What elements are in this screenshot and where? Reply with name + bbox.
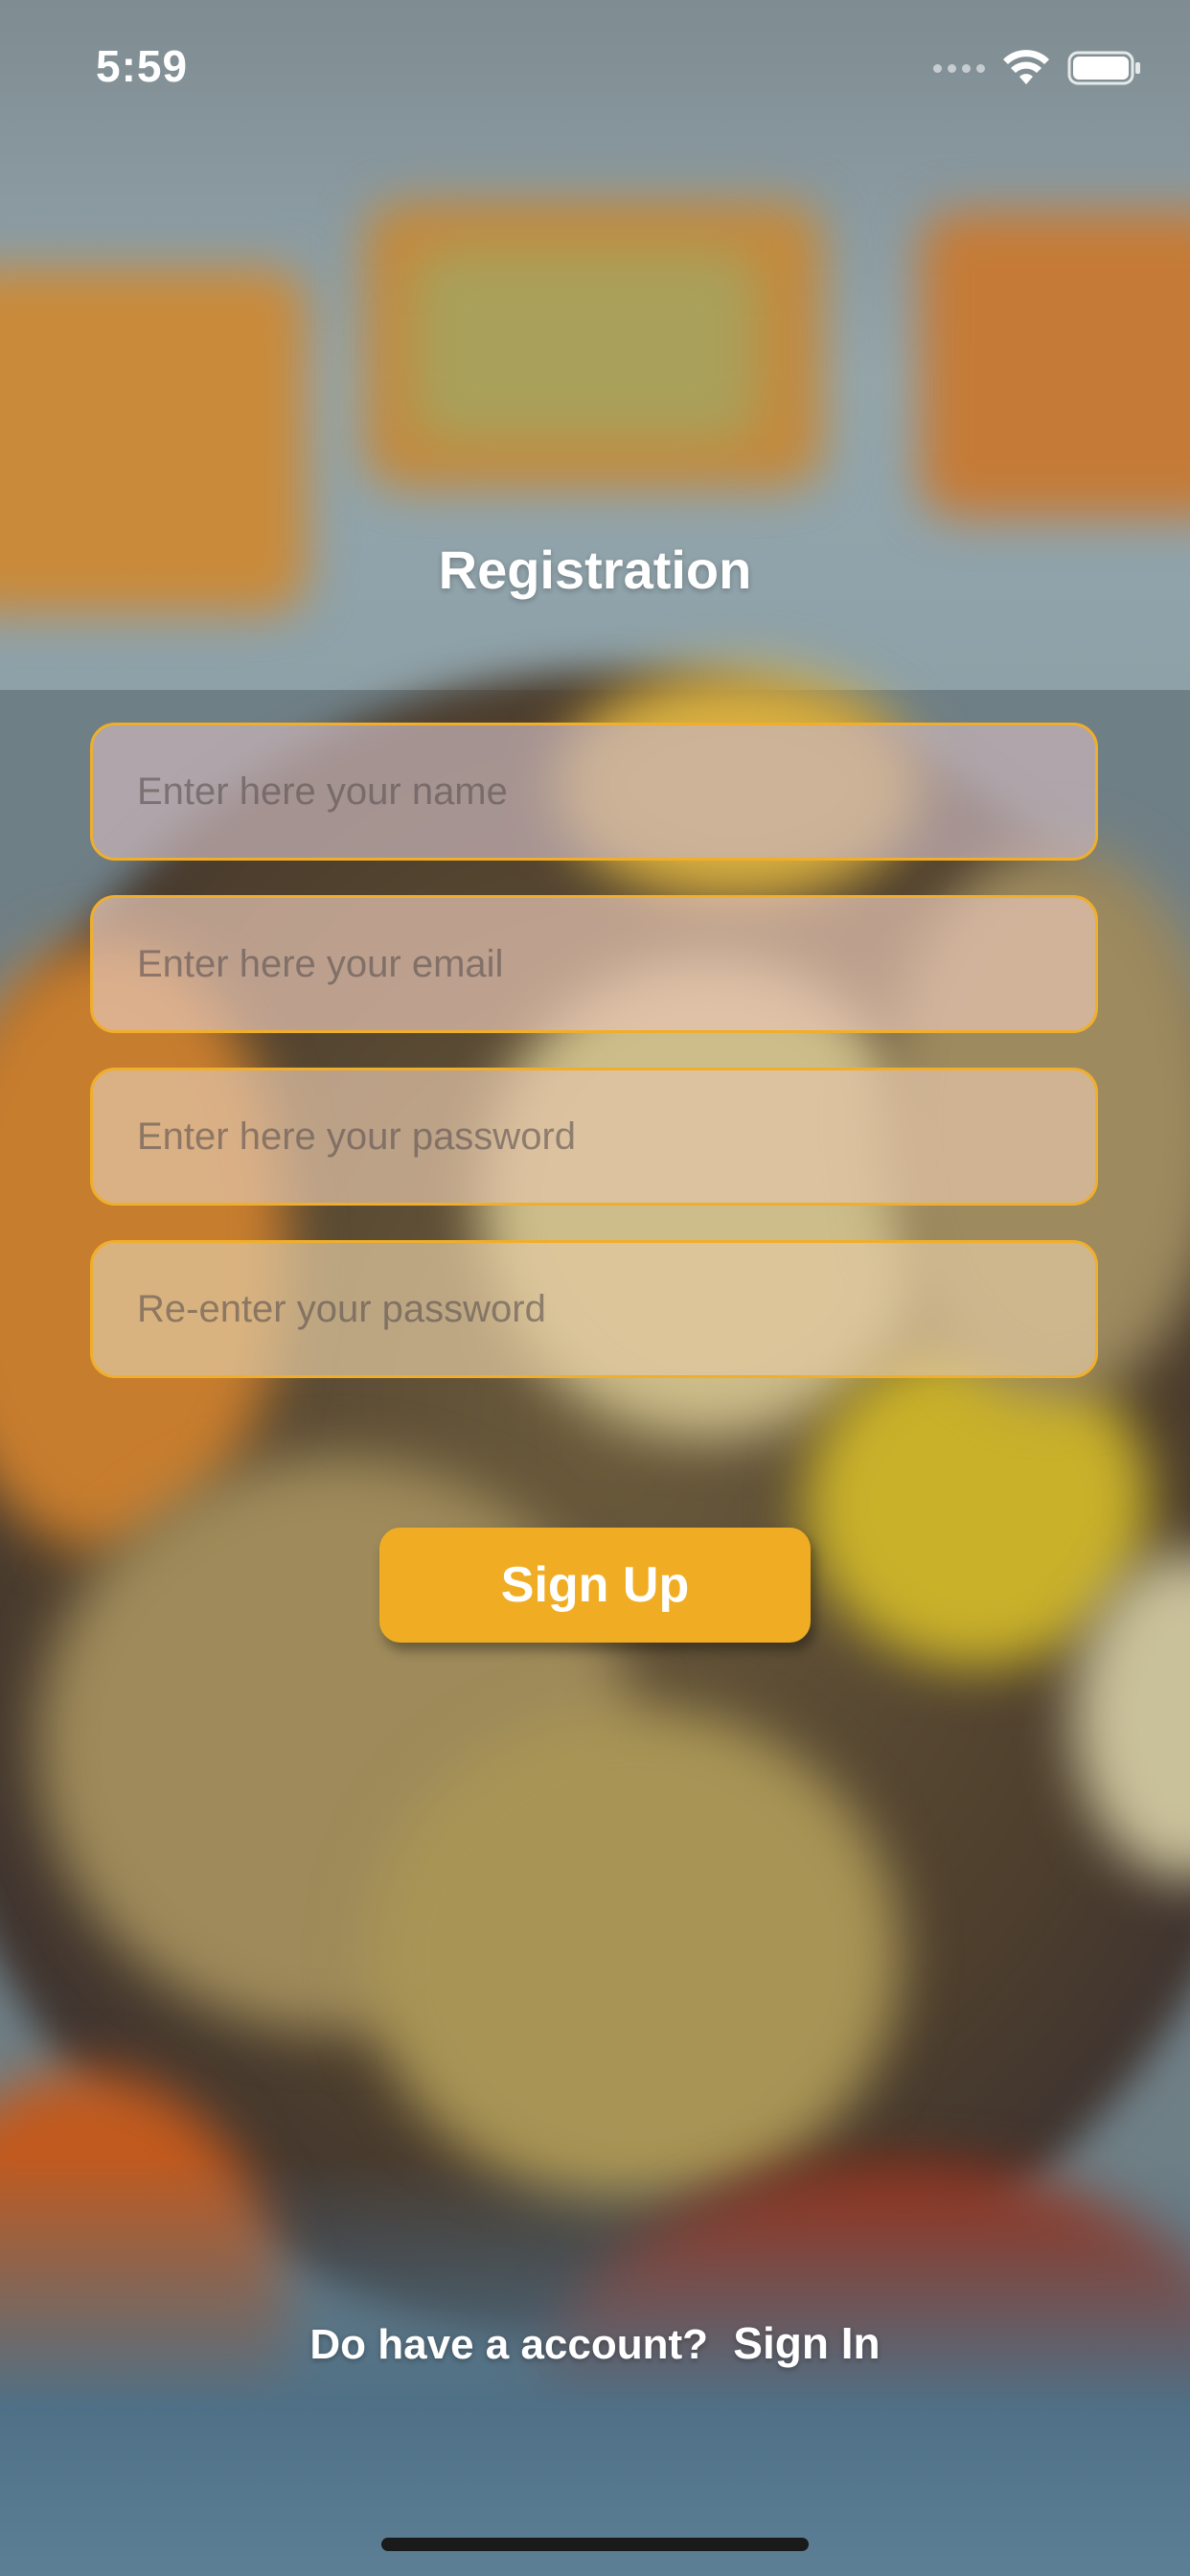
status-time: 5:59 [96, 41, 189, 91]
name-input[interactable] [135, 769, 1053, 815]
wifi-icon [1003, 50, 1049, 84]
sign-up-button[interactable]: Sign Up [379, 1528, 811, 1643]
name-field[interactable] [90, 723, 1098, 861]
password-field[interactable] [90, 1068, 1098, 1206]
sign-in-prompt-text: Do have a account? [309, 2321, 709, 2368]
page-title: Registration [438, 540, 752, 600]
confirm-password-field[interactable] [90, 1240, 1098, 1378]
email-field[interactable] [90, 895, 1098, 1033]
sign-in-prompt: Do have a account? Sign In [0, 2317, 1190, 2369]
battery-icon [1067, 51, 1140, 85]
email-input[interactable] [135, 941, 1053, 987]
status-bar: 5:59 [0, 0, 1190, 134]
confirm-password-input[interactable] [135, 1286, 1053, 1332]
status-icons [933, 50, 1142, 86]
cellular-signal-icon [933, 63, 985, 73]
password-input[interactable] [135, 1114, 1053, 1160]
registration-screen: 5:59 Registration Sign [0, 0, 1190, 2576]
sign-in-link[interactable]: Sign In [733, 2318, 880, 2368]
home-indicator[interactable] [381, 2538, 809, 2551]
